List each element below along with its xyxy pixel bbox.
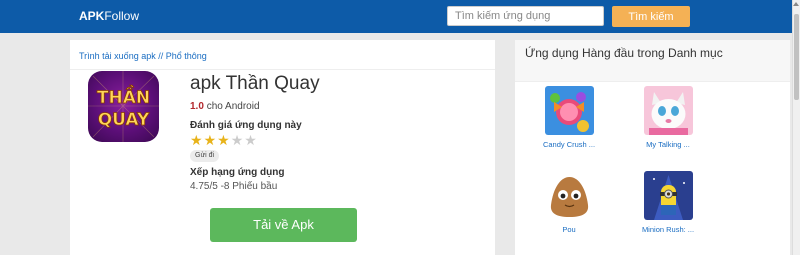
rate-app-label: Đánh giá ứng dụng này (190, 120, 302, 131)
icon-text-line1: THẦN (97, 84, 150, 108)
breadcrumb-link-popular[interactable]: Phổ thông (166, 51, 207, 61)
star-empty-icon[interactable]: ★ (231, 133, 244, 147)
logo-bold-text: APK (79, 9, 105, 23)
sidebar-title: Ứng dụng Hàng đầu trong Danh mục (525, 46, 723, 60)
top-app-label: Pou (562, 225, 576, 234)
top-app-item-minion-rush[interactable]: Minion Rush: ... (618, 171, 718, 234)
app-rank-value: 4.75/5 -8 Phiếu bầu (190, 181, 278, 192)
site-logo[interactable]: APKFollow (79, 9, 139, 23)
breadcrumb-separator: // (155, 51, 166, 61)
star-rating[interactable]: ★★★★★ (190, 132, 258, 147)
sidebar-header: Ứng dụng Hàng đầu trong Danh mục (515, 40, 790, 82)
scroll-up-arrow-icon[interactable] (793, 2, 799, 6)
version-line: 1.0 cho Android (190, 101, 260, 112)
breadcrumb-link-apk-downloader[interactable]: Trình tải xuống apk (79, 51, 156, 61)
top-app-item-pou[interactable]: Pou (519, 171, 619, 234)
app-rank-label: Xếp hạng ứng dụng (190, 167, 285, 178)
search-input[interactable] (447, 6, 604, 26)
icon-text-line2: QUAY (98, 110, 150, 130)
send-rating-button[interactable]: Gửi đi (190, 150, 220, 162)
top-app-label: Candy Crush ... (542, 140, 596, 149)
top-apps-sidebar: Ứng dụng Hàng đầu trong Danh mục Candy C… (515, 40, 790, 255)
logo-regular-text: Follow (104, 9, 140, 23)
top-app-label: My Talking ... (646, 140, 690, 149)
scrollbar-thumb[interactable] (794, 14, 799, 100)
talking-angela-icon (643, 86, 693, 135)
star-filled-icon[interactable]: ★ (217, 133, 230, 147)
top-app-label: Minion Rush: ... (641, 225, 695, 234)
app-title: apk Thần Quay (190, 73, 320, 94)
search-button[interactable]: Tìm kiếm (612, 6, 690, 27)
top-navbar: APKFollow Tìm kiếm (0, 0, 800, 33)
star-filled-icon[interactable]: ★ (204, 133, 217, 147)
star-filled-icon[interactable]: ★ (190, 133, 203, 147)
top-app-item-my-talking[interactable]: My Talking ... (618, 86, 718, 149)
top-app-item-candy-crush[interactable]: Candy Crush ... (519, 86, 619, 149)
divider (70, 69, 495, 70)
pou-icon (544, 171, 594, 220)
app-detail-card: Trình tải xuống apk // Phổ thông THẦN QU… (70, 40, 495, 255)
candy-crush-icon (544, 86, 594, 135)
version-number: 1.0 (190, 101, 204, 112)
platform-text: cho Android (206, 101, 260, 112)
minion-rush-icon (643, 171, 693, 220)
download-apk-button[interactable]: Tải về Apk (210, 208, 357, 242)
page-scrollbar[interactable] (792, 0, 800, 255)
breadcrumb: Trình tải xuống apk // Phổ thông (79, 51, 207, 61)
than-quay-app-icon: THẦN QUAY (88, 71, 159, 142)
star-empty-icon[interactable]: ★ (244, 133, 257, 147)
